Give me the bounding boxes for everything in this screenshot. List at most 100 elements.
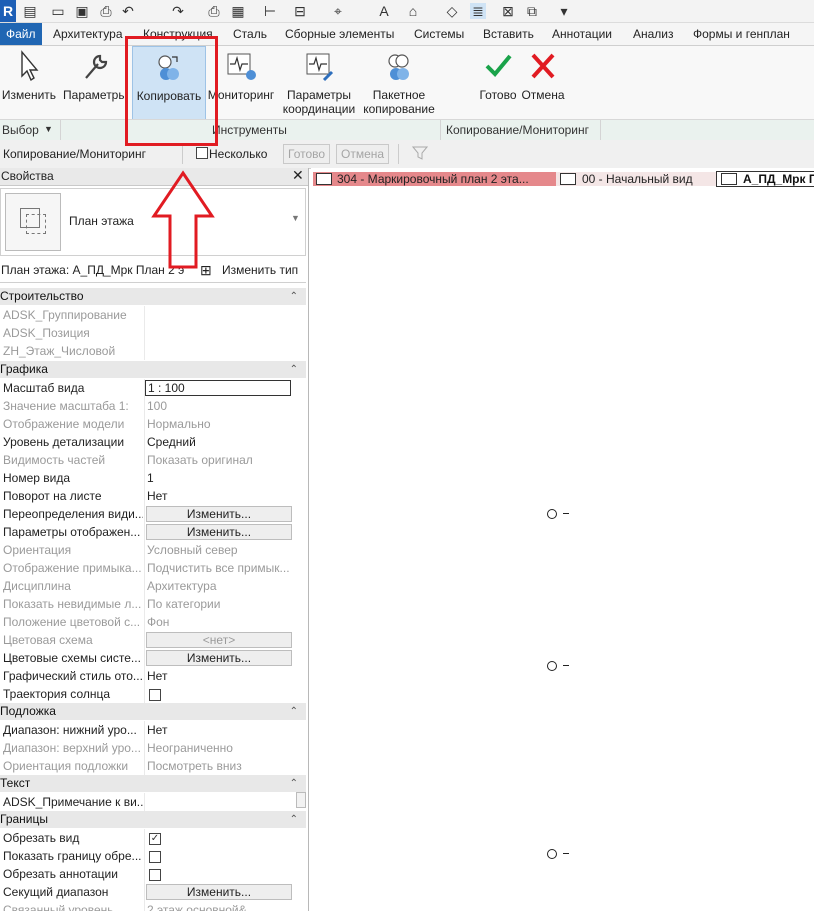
section-header[interactable]: Строительство ⌃ — [0, 288, 306, 305]
column-divider — [144, 397, 145, 415]
tab-systems[interactable]: Системы — [414, 23, 464, 45]
options-divider — [398, 144, 399, 164]
print-icon[interactable]: ⎙ — [206, 3, 222, 19]
properties-title: Свойства — [1, 169, 54, 183]
select-dropdown-icon[interactable]: ▼ — [44, 124, 53, 134]
options-bar: Копирование/Мониторинг Несколько Готово … — [0, 140, 814, 169]
property-value[interactable]: 1 — [147, 469, 295, 487]
folder-icon[interactable]: ▭ — [50, 3, 66, 19]
property-checkbox[interactable] — [149, 869, 161, 881]
modify-button[interactable]: Изменить — [0, 46, 58, 121]
collapse-chevron-icon[interactable]: ⌃ — [290, 775, 298, 792]
filter-icon[interactable] — [412, 145, 428, 161]
property-row: Обрезать вид ✓ — [0, 829, 306, 847]
property-checkbox[interactable]: ✓ — [149, 833, 161, 845]
grid-marker-icon[interactable] — [547, 509, 557, 519]
grid-marker-icon[interactable] — [547, 849, 557, 859]
collapse-chevron-icon[interactable]: ⌃ — [290, 361, 298, 378]
property-name: ADSK_Позиция — [3, 326, 90, 340]
property-row: Видимость частей Показать оригинал — [0, 451, 306, 469]
view-tab-active[interactable]: А_ПД_Мрк П — [716, 171, 814, 187]
property-value: Архитектура — [147, 579, 217, 593]
property-value: Нормально — [147, 417, 211, 431]
column-divider — [144, 685, 145, 703]
open-icon[interactable]: ▤ — [22, 3, 38, 19]
tab-steel[interactable]: Сталь — [233, 23, 267, 45]
undo-icon[interactable]: ↶ — [120, 3, 136, 19]
property-value[interactable]: Нет — [147, 487, 295, 505]
export-icon[interactable]: ▦ — [230, 3, 246, 19]
finish-button[interactable]: Готово — [474, 46, 522, 121]
column-divider — [144, 505, 145, 523]
coordination-settings-button[interactable]: Параметры координации — [280, 46, 358, 121]
options-cancel-button[interactable]: Отмена — [336, 144, 390, 164]
property-name: Цветовая схема — [3, 633, 93, 647]
property-checkbox[interactable] — [149, 851, 161, 863]
property-row: Секущий диапазон Изменить... — [0, 883, 306, 901]
revit-logo-icon[interactable]: R — [0, 0, 16, 22]
section-header[interactable]: Текст ⌃ — [0, 775, 306, 792]
parameters-button[interactable]: Параметры — [62, 46, 128, 121]
panel-select-label[interactable]: Выбор — [2, 123, 39, 137]
batch-line1: Пакетное — [372, 88, 426, 102]
property-value-input[interactable]: 1 : 100 — [145, 380, 291, 396]
save-icon[interactable]: ▣ — [74, 3, 90, 19]
text-icon[interactable]: A — [376, 3, 392, 19]
home-icon[interactable]: ⌂ — [405, 3, 421, 19]
tab-precast[interactable]: Сборные элементы — [285, 23, 394, 45]
customize-qat-icon[interactable]: ▾ — [556, 3, 572, 19]
dimension-icon[interactable]: ⊟ — [292, 3, 308, 19]
tab-massing-site[interactable]: Формы и генплан — [693, 23, 790, 45]
batch-copy-button[interactable]: Пакетное копирование — [360, 46, 438, 121]
property-row: Отображение примыка... Подчистить все при… — [0, 559, 306, 577]
up-arrow-icon — [151, 170, 215, 269]
tab-analyze[interactable]: Анализ — [633, 23, 674, 45]
property-value[interactable]: Средний — [147, 433, 295, 451]
tab-insert[interactable]: Вставить — [483, 23, 534, 45]
collapse-chevron-icon[interactable]: ⌃ — [290, 703, 298, 720]
thin-lines-icon[interactable]: ≣ — [470, 3, 486, 19]
section-header[interactable]: Графика ⌃ — [0, 361, 306, 378]
redo-icon[interactable]: ↷ — [170, 3, 186, 19]
property-value[interactable]: Нет — [147, 667, 295, 685]
property-edit-button[interactable]: Изменить... — [146, 650, 292, 666]
scrollbar-thumb[interactable] — [296, 792, 306, 808]
view-tab-starting-view[interactable]: 00 - Начальный вид — [556, 172, 738, 186]
property-edit-button[interactable]: Изменить... — [146, 506, 292, 522]
column-divider — [144, 469, 145, 487]
options-finish-button[interactable]: Готово — [283, 144, 331, 164]
tab-annotate[interactable]: Аннотации — [552, 23, 612, 45]
section-header[interactable]: Границы ⌃ — [0, 811, 306, 828]
view-tab-markup-plan[interactable]: 304 - Маркировочный план 2 эта... — [313, 172, 575, 186]
type-dropdown-icon[interactable]: ▼ — [291, 213, 300, 223]
section-name: Текст — [0, 776, 31, 790]
close-hidden-icon[interactable]: ⊠ — [500, 3, 516, 19]
property-row: Номер вида 1 — [0, 469, 306, 487]
section-header[interactable]: Подложка ⌃ — [0, 703, 306, 720]
section-icon[interactable]: ◇ — [444, 3, 460, 19]
close-icon[interactable]: ✕ — [292, 167, 304, 184]
column-divider — [144, 487, 145, 505]
sheet-icon — [316, 173, 332, 185]
property-edit-button[interactable]: Изменить... — [146, 524, 292, 540]
switch-windows-icon[interactable]: ⧉ — [524, 3, 540, 19]
spot-icon[interactable]: ⌖ — [330, 3, 346, 19]
grid-marker-tick — [563, 665, 569, 666]
measure-icon[interactable]: ⊢ — [262, 3, 278, 19]
cancel-button[interactable]: Отмена — [520, 46, 566, 121]
tab-architecture[interactable]: Архитектура — [53, 23, 123, 45]
property-value[interactable]: Нет — [147, 721, 295, 739]
tab-file[interactable]: Файл — [0, 23, 42, 45]
property-edit-button[interactable]: Изменить... — [146, 884, 292, 900]
grid-marker-icon[interactable] — [547, 661, 557, 671]
multiple-checkbox[interactable] — [196, 147, 208, 159]
edit-type-button[interactable]: Изменить тип — [222, 263, 298, 277]
collapse-chevron-icon[interactable]: ⌃ — [290, 288, 298, 305]
property-checkbox[interactable] — [149, 689, 161, 701]
property-name: Ориентация — [3, 543, 72, 557]
property-value: Показать оригинал — [147, 453, 253, 467]
column-divider — [144, 324, 145, 342]
collapse-chevron-icon[interactable]: ⌃ — [290, 811, 298, 828]
sync-icon[interactable]: ⎙ — [98, 3, 114, 19]
property-row: Диапазон: верхний уро... Неограниченно — [0, 739, 306, 757]
